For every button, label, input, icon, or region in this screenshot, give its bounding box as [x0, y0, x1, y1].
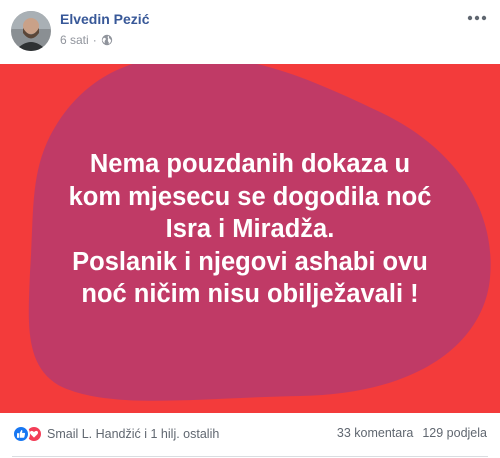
- engagement-counts: 33 komentara 129 podjela: [337, 426, 487, 440]
- post-text-line: noć ničim nisu obilježavali !: [81, 280, 419, 308]
- post-time[interactable]: 6 sati: [60, 33, 89, 47]
- post-text-line: Nema pouzdanih dokaza u: [89, 150, 411, 178]
- post-text-line: kom mjesecu se dogodila noć: [68, 182, 432, 211]
- reactions-summary[interactable]: Smail L. Handžić i 1 hilj. ostalih: [12, 425, 219, 443]
- comments-count[interactable]: 33 komentara: [337, 426, 413, 440]
- like-icon: [12, 425, 30, 443]
- footer-divider: [12, 456, 488, 457]
- post: Elvedin Pezić 6 sati · Nema pouzdanih do…: [0, 0, 500, 458]
- reactors-text: Smail L. Handžić i 1 hilj. ostalih: [47, 427, 220, 441]
- post-header: Elvedin Pezić 6 sati ·: [0, 0, 500, 64]
- more-options-icon[interactable]: [464, 10, 490, 26]
- author-name[interactable]: Elvedin Pezić: [60, 11, 149, 27]
- text-post-background[interactable]: Nema pouzdanih dokaza u kom mjesecu se d…: [0, 64, 500, 413]
- post-meta: 6 sati ·: [60, 33, 113, 47]
- meta-separator: ·: [92, 33, 97, 47]
- globe-icon[interactable]: [101, 34, 113, 46]
- post-text: Nema pouzdanih dokaza u kom mjesecu se d…: [0, 148, 500, 311]
- shares-count[interactable]: 129 podjela: [422, 426, 487, 440]
- post-text-line: Poslanik i njegovi ashabi ovu: [72, 247, 428, 276]
- post-text-line: Isra i Miradža.: [165, 215, 335, 243]
- post-footer: Smail L. Handžić i 1 hilj. ostalih 33 ko…: [0, 413, 500, 458]
- author-avatar[interactable]: [11, 11, 51, 51]
